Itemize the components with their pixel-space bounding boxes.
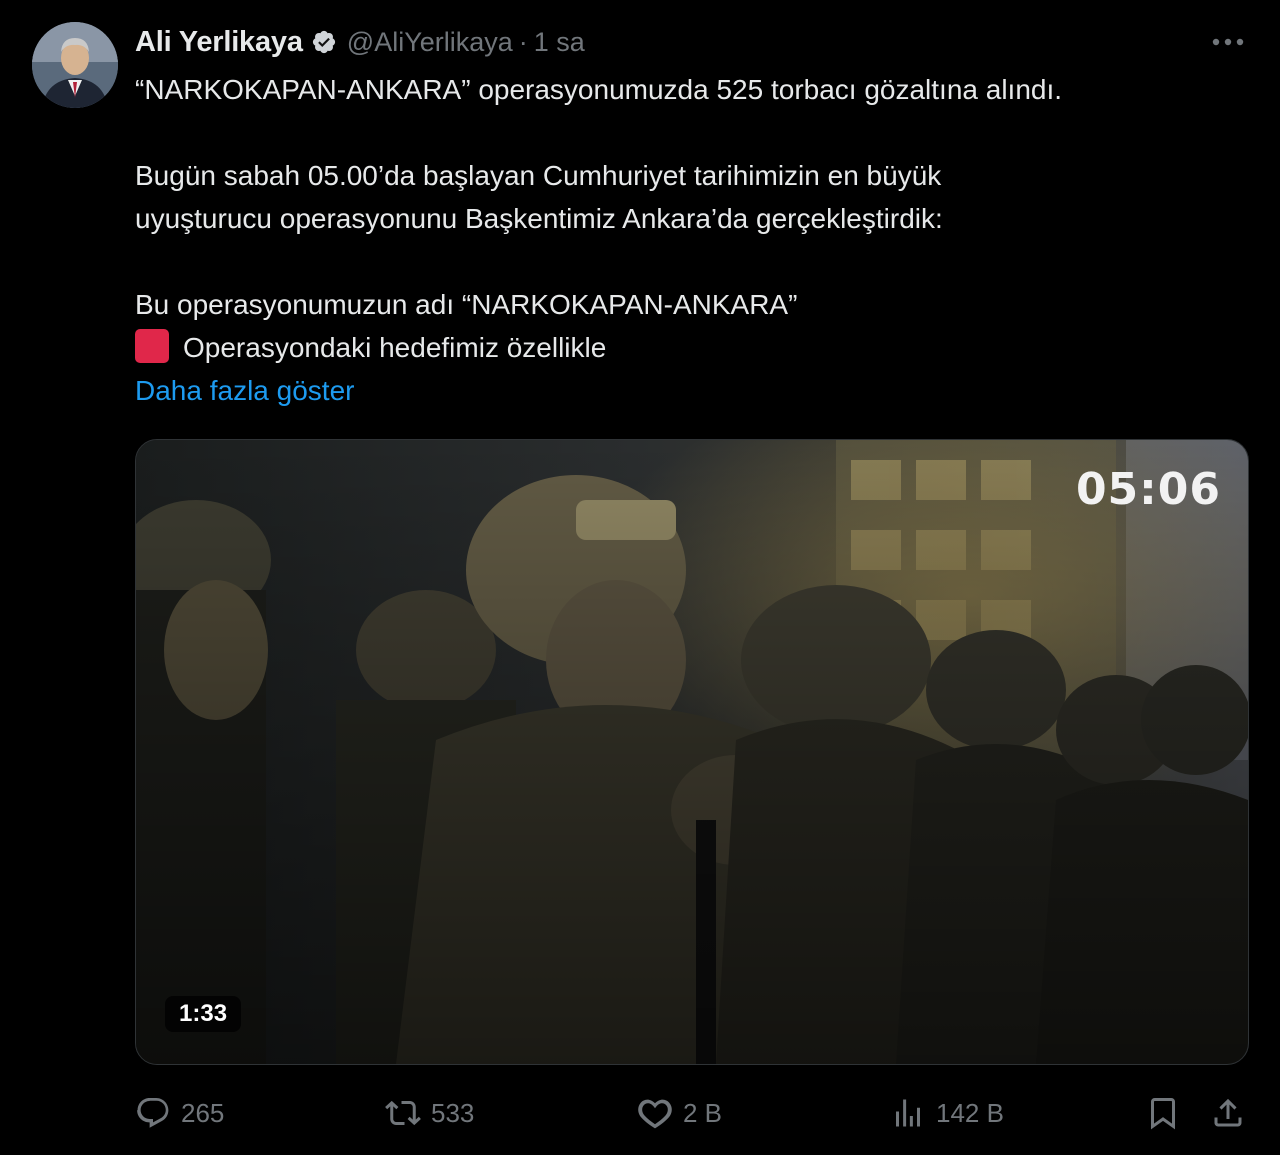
- video-overlay-time: 05:06: [1075, 464, 1221, 515]
- tweet[interactable]: Ali Yerlikaya @AliYerlikaya · 1 sa “NARK…: [0, 0, 1280, 1155]
- avatar[interactable]: [32, 22, 118, 108]
- author-name[interactable]: Ali Yerlikaya: [135, 26, 303, 59]
- avatar-photo: [32, 22, 118, 108]
- share-icon: [1214, 1098, 1242, 1127]
- like-count: 2 B: [683, 1097, 723, 1128]
- tweet-line-with-emoji: Operasyondaki hedefimiz özellikle: [135, 326, 1245, 369]
- more-options-button[interactable]: [1206, 24, 1250, 60]
- bookmark-button[interactable]: [1145, 1090, 1191, 1136]
- red-square-icon: [135, 329, 169, 363]
- reply-count: 265: [181, 1097, 225, 1128]
- views-count: 142 B: [936, 1097, 1004, 1128]
- bookmark-icon: [1151, 1098, 1175, 1130]
- reply-button[interactable]: 265: [135, 1090, 224, 1136]
- more-dots-icon: [1212, 38, 1244, 46]
- tweet-actions: 265 533 2 B 142 B: [135, 1090, 1250, 1136]
- show-more-link[interactable]: Daha fazla göster: [135, 375, 354, 406]
- tweet-line: Operasyondaki hedefimiz özellikle: [183, 332, 607, 363]
- author-handle[interactable]: @AliYerlikaya: [347, 27, 513, 58]
- video-thumbnail: [136, 440, 1248, 1064]
- video-player[interactable]: 05:06 1:33: [135, 439, 1249, 1065]
- reply-icon: [137, 1098, 169, 1128]
- verified-badge-icon[interactable]: [311, 29, 337, 55]
- tweet-timestamp[interactable]: 1 sa: [534, 27, 585, 58]
- like-button[interactable]: 2 B: [637, 1090, 722, 1136]
- tweet-line: “NARKOKAPAN-ANKARA” operasyonumuzda 525 …: [135, 74, 1063, 105]
- analytics-icon: [896, 1099, 920, 1127]
- show-more-line: Daha fazla göster: [135, 369, 1245, 412]
- tweet-line: Bugün sabah 05.00’da başlayan Cumhuriyet…: [135, 160, 942, 191]
- tweet-header: Ali Yerlikaya @AliYerlikaya · 1 sa: [135, 22, 585, 62]
- tweet-text: “NARKOKAPAN-ANKARA” operasyonumuzda 525 …: [135, 68, 1245, 412]
- share-button[interactable]: [1210, 1090, 1256, 1136]
- retweet-icon: [385, 1100, 421, 1126]
- views-button[interactable]: 142 B: [890, 1090, 1004, 1136]
- heart-icon: [638, 1099, 672, 1129]
- tweet-line: Bu operasyonumuzun adı “NARKOKAPAN-ANKAR…: [135, 289, 798, 320]
- retweet-count: 533: [431, 1097, 475, 1128]
- video-duration-badge: 1:33: [165, 996, 242, 1032]
- tweet-line: uyuşturucu operasyonunu Başkentimiz Anka…: [135, 203, 943, 234]
- retweet-button[interactable]: 533: [385, 1090, 474, 1136]
- separator-dot: ·: [518, 26, 528, 57]
